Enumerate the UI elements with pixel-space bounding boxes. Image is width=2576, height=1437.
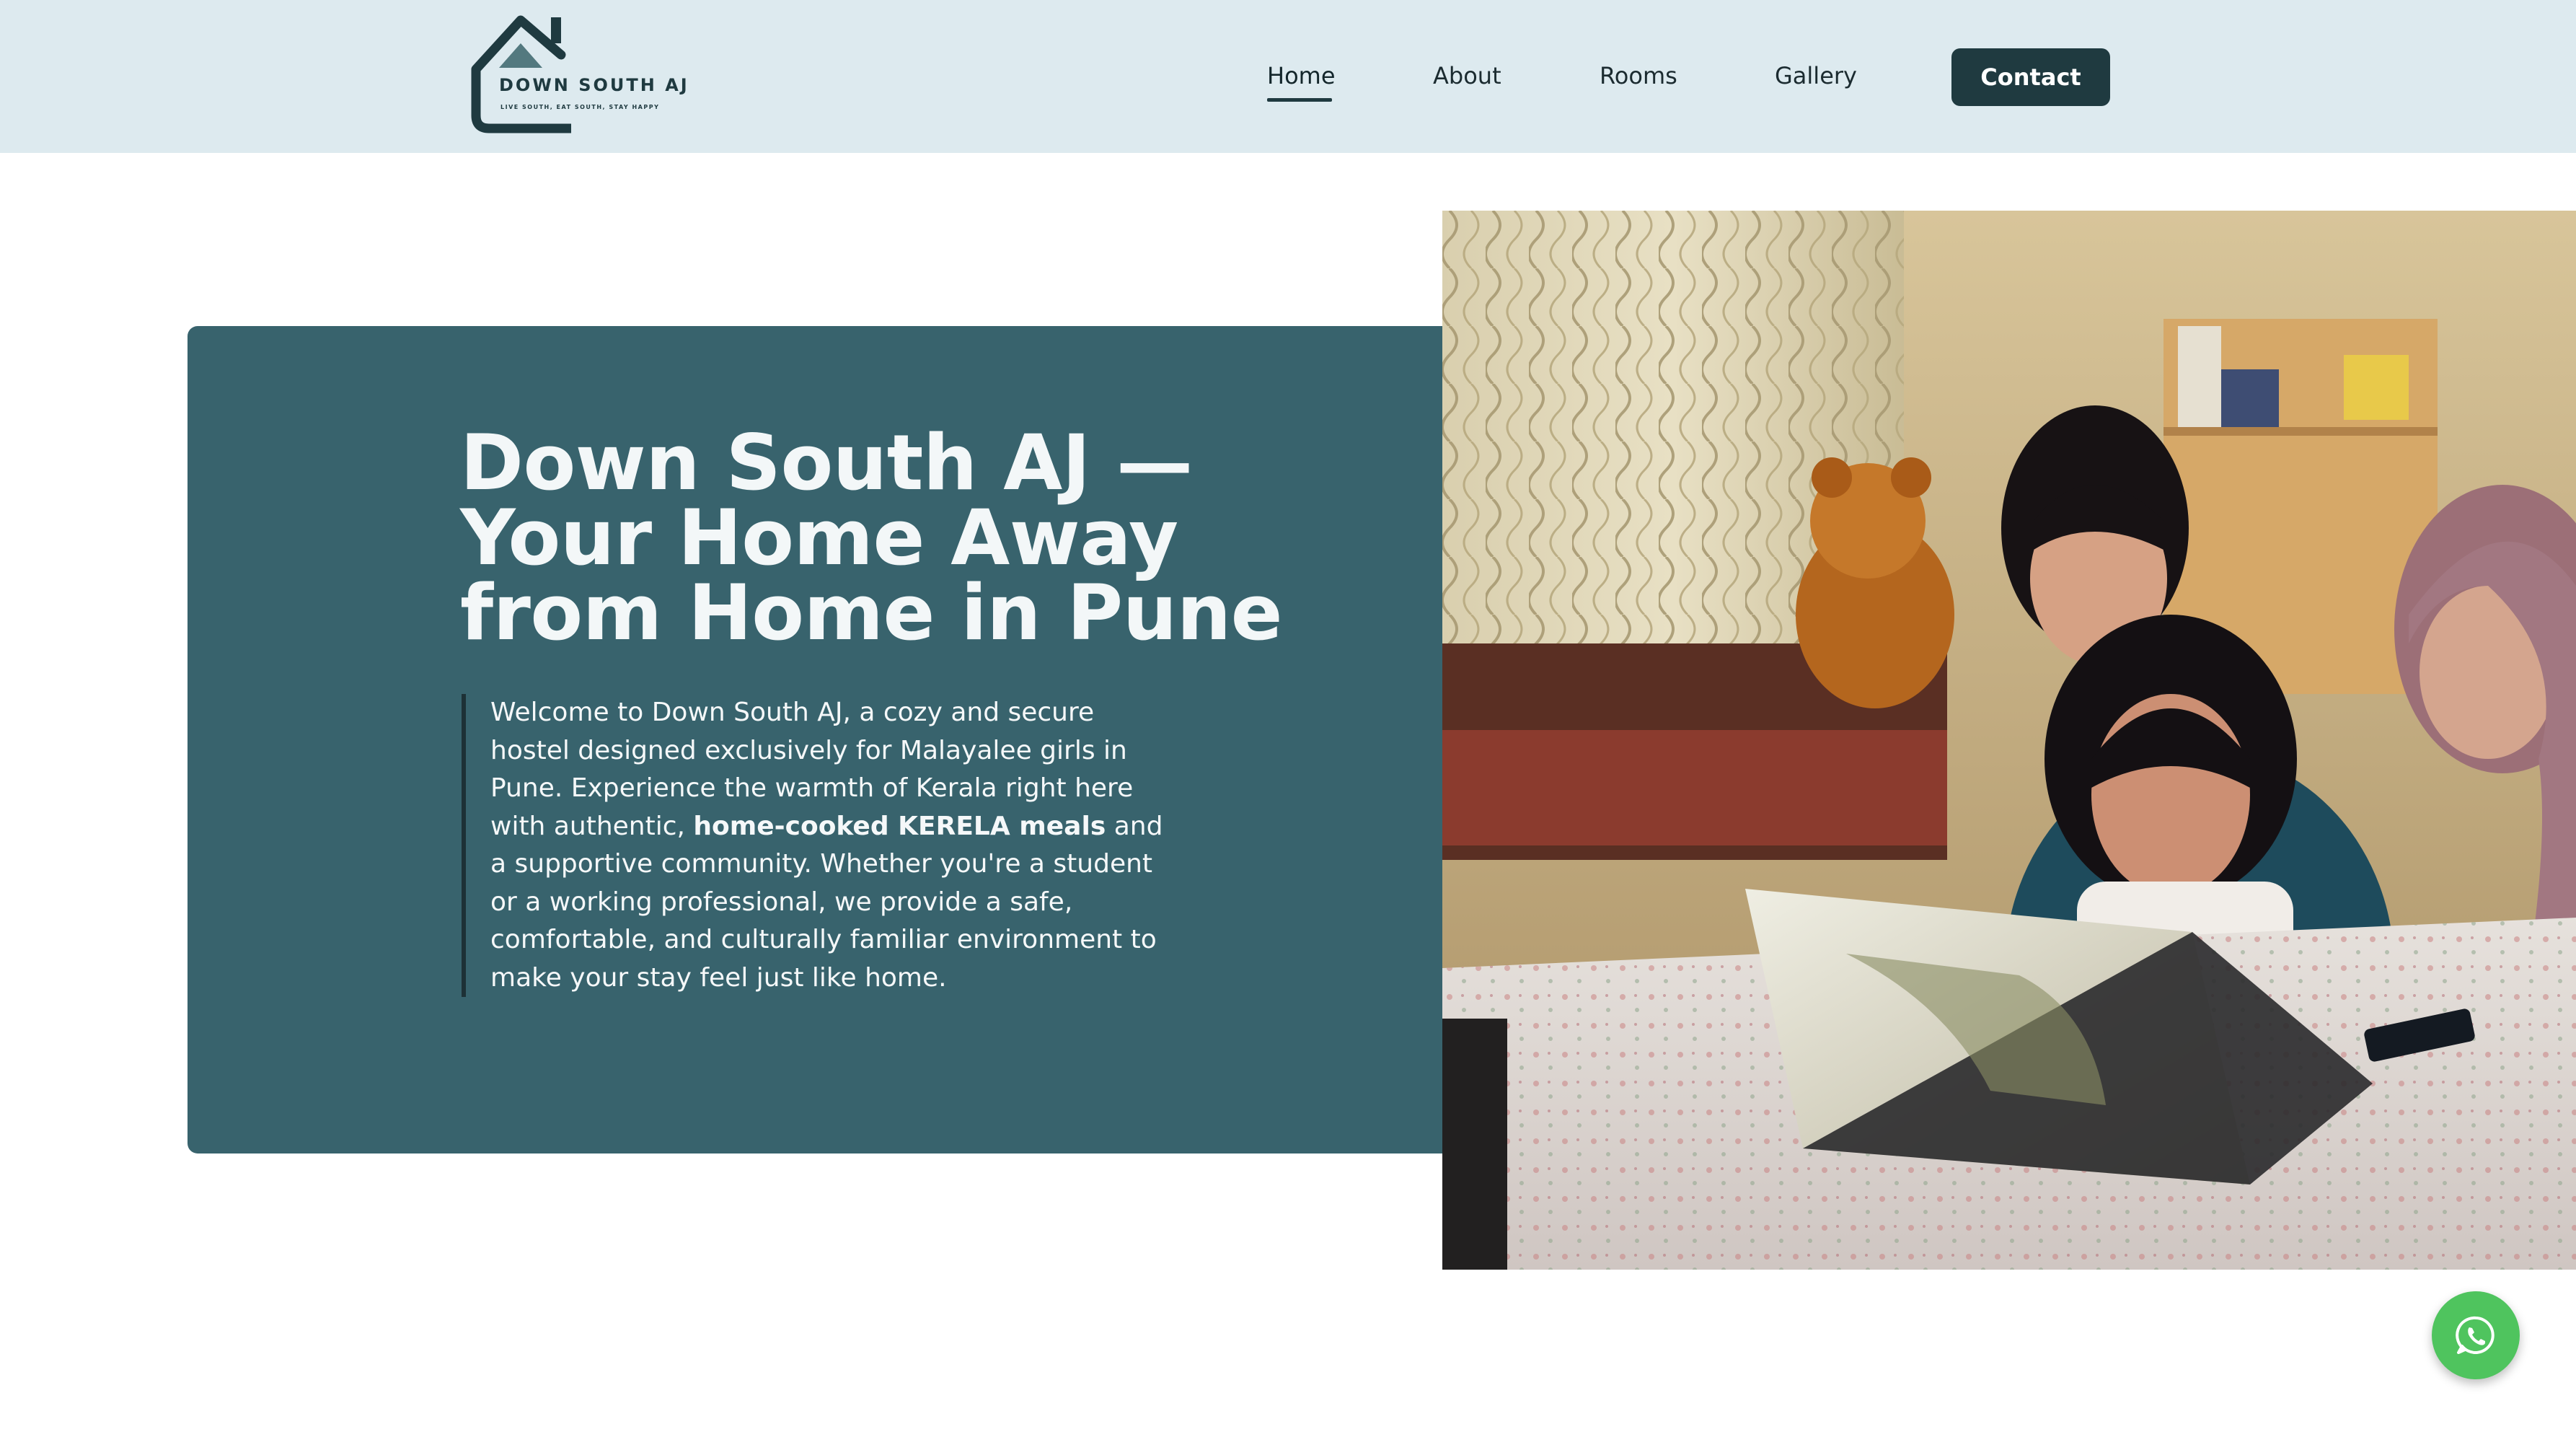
nav-rooms-link[interactable]: Rooms: [1600, 62, 1677, 89]
hero-title: Down South AJ — Your Home Away from Home…: [460, 418, 1283, 657]
logo-name: DOWN SOUTH AJ: [499, 75, 689, 95]
hero-photo: [1442, 211, 2576, 1270]
logo[interactable]: DOWN SOUTH AJ LIVE SOUTH, EAT SOUTH, STA…: [470, 13, 687, 137]
hero-description: Welcome to Down South AJ, a cozy and sec…: [462, 694, 1168, 997]
page: DOWN SOUTH AJ LIVE SOUTH, EAT SOUTH, STA…: [0, 0, 2576, 1437]
logo-tagline: LIVE SOUTH, EAT SOUTH, STAY HAPPY: [500, 104, 660, 110]
nav-home-link[interactable]: Home: [1267, 62, 1336, 89]
nav-gallery-link[interactable]: Gallery: [1775, 62, 1857, 89]
whatsapp-icon: [2456, 1316, 2495, 1354]
hero-photo-illustration: [1442, 211, 2576, 1270]
whatsapp-button[interactable]: [2432, 1291, 2520, 1379]
contact-button[interactable]: Contact: [1951, 48, 2110, 106]
site-header: DOWN SOUTH AJ LIVE SOUTH, EAT SOUTH, STA…: [0, 0, 2576, 153]
nav-about-link[interactable]: About: [1433, 62, 1501, 89]
hero-text-highlight: home-cooked KERELA meals: [693, 811, 1106, 841]
active-nav-indicator: [1267, 98, 1332, 102]
